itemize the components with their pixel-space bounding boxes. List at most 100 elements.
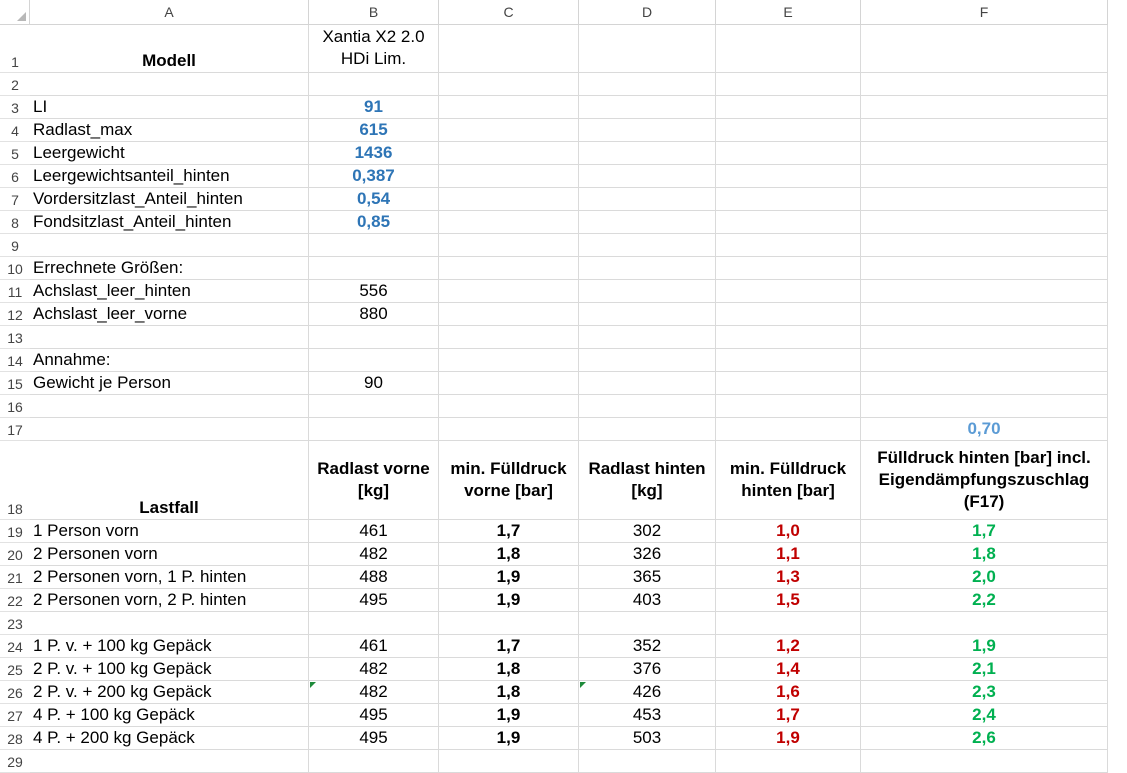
cell-d19[interactable]: 302 — [579, 520, 716, 543]
cell-f17[interactable]: 0,70 — [861, 418, 1108, 441]
cell-c10[interactable] — [439, 257, 579, 280]
cell-e8[interactable] — [716, 211, 861, 234]
cell-e23[interactable] — [716, 612, 861, 635]
cell-b14[interactable] — [309, 349, 439, 372]
cell-a20[interactable]: 2 Personen vorn — [30, 543, 309, 566]
cell-b29[interactable] — [309, 750, 439, 773]
cell-b16[interactable] — [309, 395, 439, 418]
cell-d29[interactable] — [579, 750, 716, 773]
cell-b5[interactable]: 1436 — [309, 142, 439, 165]
cell-e7[interactable] — [716, 188, 861, 211]
cell-b13[interactable] — [309, 326, 439, 349]
cell-c4[interactable] — [439, 119, 579, 142]
cell-e17[interactable] — [716, 418, 861, 441]
cell-f14[interactable] — [861, 349, 1108, 372]
cell-f29[interactable] — [861, 750, 1108, 773]
cell-a4[interactable]: Radlast_max — [30, 119, 309, 142]
row-header-6[interactable]: 6 — [0, 165, 30, 188]
cell-b1[interactable]: Xantia X2 2.0 HDi Lim. — [309, 25, 439, 73]
cell-c18[interactable]: min. Fülldruck vorne [bar] — [439, 441, 579, 520]
cell-c29[interactable] — [439, 750, 579, 773]
cell-d16[interactable] — [579, 395, 716, 418]
cell-e16[interactable] — [716, 395, 861, 418]
column-header-d[interactable]: D — [579, 0, 716, 25]
cell-b17[interactable] — [309, 418, 439, 441]
cell-b19[interactable]: 461 — [309, 520, 439, 543]
cell-a29[interactable] — [30, 750, 309, 773]
row-header-7[interactable]: 7 — [0, 188, 30, 211]
cell-d10[interactable] — [579, 257, 716, 280]
cell-b24[interactable]: 461 — [309, 635, 439, 658]
cell-a7[interactable]: Vordersitzlast_Anteil_hinten — [30, 188, 309, 211]
cell-d22[interactable]: 403 — [579, 589, 716, 612]
cell-e15[interactable] — [716, 372, 861, 395]
cell-e3[interactable] — [716, 96, 861, 119]
cell-e4[interactable] — [716, 119, 861, 142]
row-header-21[interactable]: 21 — [0, 566, 30, 589]
column-header-b[interactable]: B — [309, 0, 439, 25]
cell-a14[interactable]: Annahme: — [30, 349, 309, 372]
cell-a18[interactable]: Lastfall — [30, 441, 309, 520]
cell-f25[interactable]: 2,1 — [861, 658, 1108, 681]
cell-c7[interactable] — [439, 188, 579, 211]
cell-f5[interactable] — [861, 142, 1108, 165]
cell-f19[interactable]: 1,7 — [861, 520, 1108, 543]
cell-c2[interactable] — [439, 73, 579, 96]
cell-e26[interactable]: 1,6 — [716, 681, 861, 704]
cell-b20[interactable]: 482 — [309, 543, 439, 566]
cell-d2[interactable] — [579, 73, 716, 96]
cell-a6[interactable]: Leergewichtsanteil_hinten — [30, 165, 309, 188]
cell-a22[interactable]: 2 Personen vorn, 2 P. hinten — [30, 589, 309, 612]
cell-b25[interactable]: 482 — [309, 658, 439, 681]
row-header-15[interactable]: 15 — [0, 372, 30, 395]
cell-c20[interactable]: 1,8 — [439, 543, 579, 566]
cell-f18[interactable]: Fülldruck hinten [bar] incl. Eigendämpfu… — [861, 441, 1108, 520]
cell-c13[interactable] — [439, 326, 579, 349]
cell-b2[interactable] — [309, 73, 439, 96]
row-header-23[interactable]: 23 — [0, 612, 30, 635]
cell-e24[interactable]: 1,2 — [716, 635, 861, 658]
cell-b11[interactable]: 556 — [309, 280, 439, 303]
cell-d5[interactable] — [579, 142, 716, 165]
cell-c25[interactable]: 1,8 — [439, 658, 579, 681]
row-header-4[interactable]: 4 — [0, 119, 30, 142]
cell-e18[interactable]: min. Fülldruck hinten [bar] — [716, 441, 861, 520]
row-header-20[interactable]: 20 — [0, 543, 30, 566]
cell-d1[interactable] — [579, 25, 716, 73]
cell-d13[interactable] — [579, 326, 716, 349]
row-header-22[interactable]: 22 — [0, 589, 30, 612]
cell-a25[interactable]: 2 P. v. + 100 kg Gepäck — [30, 658, 309, 681]
cell-a17[interactable] — [30, 418, 309, 441]
cell-d28[interactable]: 503 — [579, 727, 716, 750]
cell-f8[interactable] — [861, 211, 1108, 234]
cell-e5[interactable] — [716, 142, 861, 165]
row-header-16[interactable]: 16 — [0, 395, 30, 418]
cell-f9[interactable] — [861, 234, 1108, 257]
cell-a27[interactable]: 4 P. + 100 kg Gepäck — [30, 704, 309, 727]
cell-e29[interactable] — [716, 750, 861, 773]
cell-e27[interactable]: 1,7 — [716, 704, 861, 727]
cell-f22[interactable]: 2,2 — [861, 589, 1108, 612]
cell-d26[interactable]: 426 — [579, 681, 716, 704]
cell-d11[interactable] — [579, 280, 716, 303]
cell-a11[interactable]: Achslast_leer_hinten — [30, 280, 309, 303]
row-header-24[interactable]: 24 — [0, 635, 30, 658]
row-header-19[interactable]: 19 — [0, 520, 30, 543]
cell-e1[interactable] — [716, 25, 861, 73]
cell-d4[interactable] — [579, 119, 716, 142]
cell-c27[interactable]: 1,9 — [439, 704, 579, 727]
cell-e19[interactable]: 1,0 — [716, 520, 861, 543]
cell-d23[interactable] — [579, 612, 716, 635]
row-header-26[interactable]: 26 — [0, 681, 30, 704]
cell-b27[interactable]: 495 — [309, 704, 439, 727]
cell-a13[interactable] — [30, 326, 309, 349]
cell-b15[interactable]: 90 — [309, 372, 439, 395]
row-header-11[interactable]: 11 — [0, 280, 30, 303]
cell-f12[interactable] — [861, 303, 1108, 326]
cell-b21[interactable]: 488 — [309, 566, 439, 589]
cell-a8[interactable]: Fondsitzlast_Anteil_hinten — [30, 211, 309, 234]
cell-d18[interactable]: Radlast hinten [kg] — [579, 441, 716, 520]
cell-c9[interactable] — [439, 234, 579, 257]
cell-f1[interactable] — [861, 25, 1108, 73]
cell-c1[interactable] — [439, 25, 579, 73]
